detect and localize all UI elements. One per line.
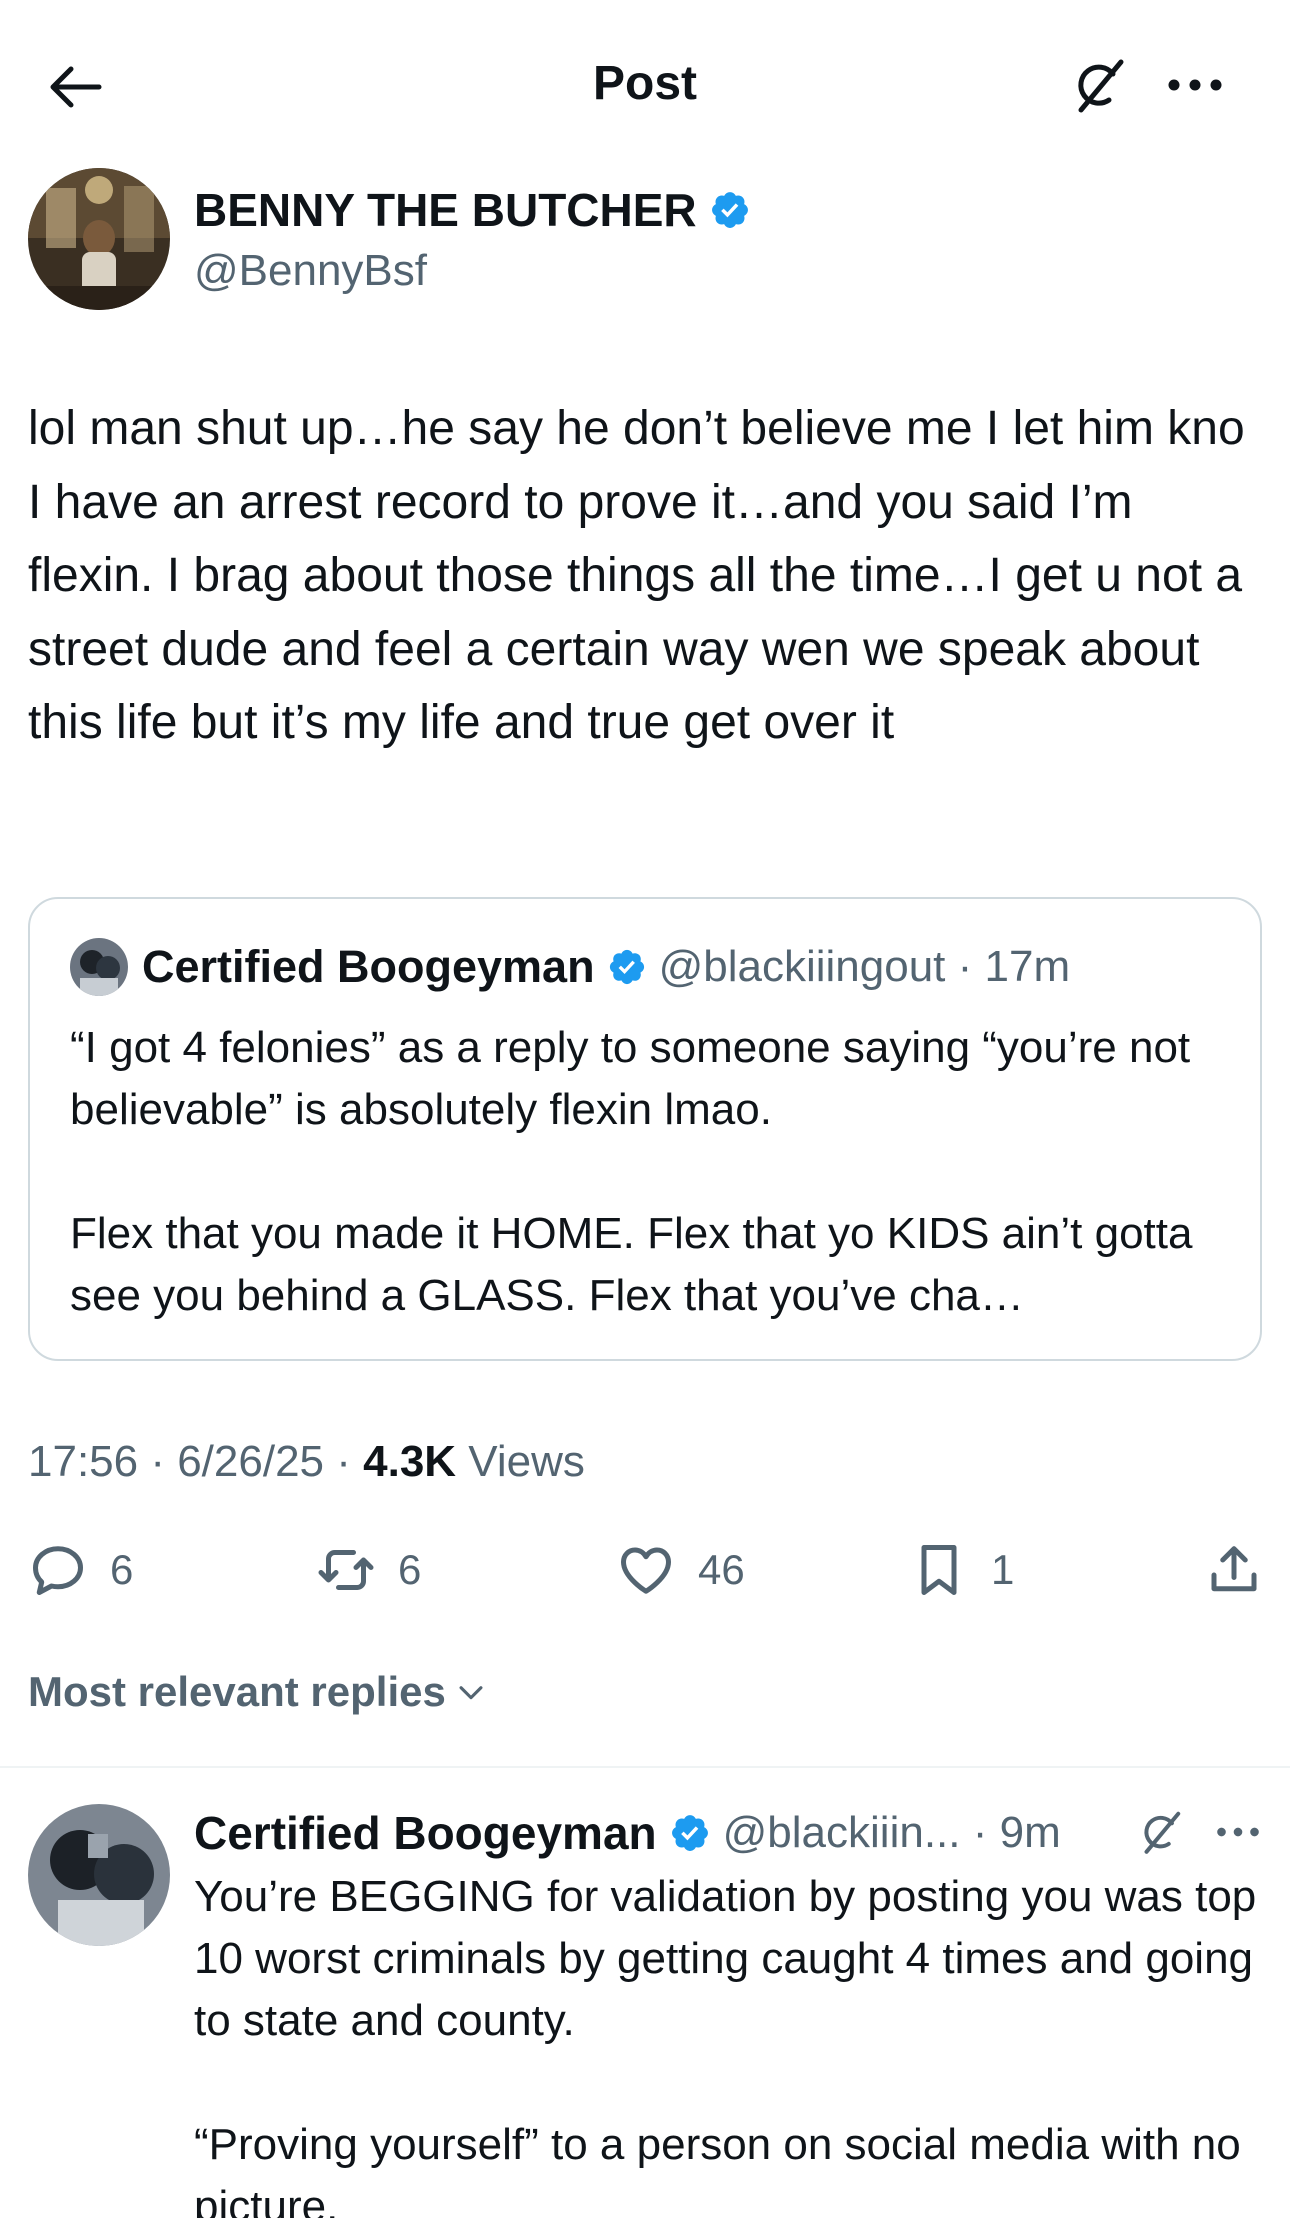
post-meta: 17:56 · 6/26/25 · 4.3K Views: [28, 1432, 585, 1492]
post-actions-bar: 6 6 46 1: [0, 1530, 1290, 1610]
quoted-author-name: Certified Boogeyman: [142, 941, 595, 992]
repost-button[interactable]: 6: [316, 1530, 421, 1610]
author-handle[interactable]: @BennyBsf: [194, 244, 427, 298]
chevron-down-icon: [459, 1686, 483, 1700]
divider: [0, 1766, 1290, 1768]
quoted-post-header: Certified Boogeyman @blackiiingout · 17m: [70, 937, 1070, 997]
avatar: [70, 938, 128, 996]
grok-button[interactable]: [1130, 1802, 1190, 1862]
share-icon: [1211, 1546, 1257, 1592]
reply-paragraph: “Proving yourself” to a person on social…: [194, 2120, 1241, 2218]
reply-button[interactable]: 6: [28, 1530, 133, 1610]
reply-icon: [33, 1546, 83, 1595]
verified-badge-icon: [609, 949, 644, 985]
like-icon: [621, 1547, 671, 1594]
verified-badge-icon: [711, 192, 748, 228]
reply-paragraph: You’re BEGGING for validation by posting…: [194, 1872, 1257, 2045]
more-horizontal-icon: [1168, 79, 1222, 91]
bookmark-count: 1: [991, 1546, 1015, 1593]
author-display-name: BENNY THE BUTCHER: [194, 184, 697, 236]
author-name[interactable]: BENNY THE BUTCHER: [194, 182, 751, 238]
quoted-author-handle: @blackiiingout · 17m: [658, 942, 1071, 991]
reply-count: 6: [110, 1546, 134, 1593]
sort-label: Most relevant replies: [28, 1668, 446, 1715]
like-count: 46: [698, 1546, 745, 1593]
like-button[interactable]: 46: [616, 1530, 745, 1610]
quoted-paragraph: Flex that you made it HOME. Flex that yo…: [70, 1209, 1193, 1320]
avatar[interactable]: [28, 1804, 170, 1946]
arrow-left-icon: [50, 66, 102, 108]
post-author: BENNY THE BUTCHER @BennyBsf: [28, 168, 1228, 313]
reply-more-button[interactable]: [1208, 1802, 1268, 1862]
top-nav-bar: Post: [0, 0, 1290, 165]
reply-author-handle[interactable]: @blackiiin... · 9m: [723, 1808, 1061, 1858]
share-button[interactable]: [1204, 1530, 1264, 1610]
bookmark-button[interactable]: 1: [909, 1530, 1014, 1610]
more-options-button[interactable]: [1160, 50, 1230, 120]
bookmark-icon: [921, 1545, 957, 1595]
reply-author-name[interactable]: Certified Boogeyman: [194, 1806, 657, 1860]
more-horizontal-icon: [1217, 1827, 1259, 1837]
quoted-paragraph: “I got 4 felonies” as a reply to someone…: [70, 1023, 1191, 1134]
repost-icon: [318, 1550, 374, 1590]
post-timestamp: 17:56 · 6/26/25 ·: [28, 1437, 364, 1486]
grok-button[interactable]: [1063, 50, 1133, 120]
quoted-post-text: “I got 4 felonies” as a reply to someone…: [70, 1017, 1240, 1327]
reply-sort-dropdown[interactable]: Most relevant replies: [28, 1664, 488, 1720]
reply-text: You’re BEGGING for validation by posting…: [194, 1866, 1264, 2218]
quoted-post-card[interactable]: Certified Boogeyman @blackiiingout · 17m…: [28, 897, 1262, 1361]
grok-icon: [1144, 1811, 1181, 1854]
grok-icon: [1078, 59, 1124, 113]
repost-count: 6: [398, 1546, 422, 1593]
reply-post[interactable]: Certified Boogeyman @blackiiin... · 9m Y…: [0, 1770, 1290, 2218]
views-label: Views: [456, 1437, 585, 1486]
post-text: lol man shut up…he say he don’t believe …: [28, 402, 1245, 749]
back-button[interactable]: [40, 52, 110, 122]
avatar[interactable]: [28, 168, 170, 310]
reply-header: Certified Boogeyman @blackiiin... · 9m: [194, 1800, 1061, 1866]
views-count: 4.3K: [363, 1437, 457, 1486]
verified-badge-icon: [671, 1815, 708, 1851]
